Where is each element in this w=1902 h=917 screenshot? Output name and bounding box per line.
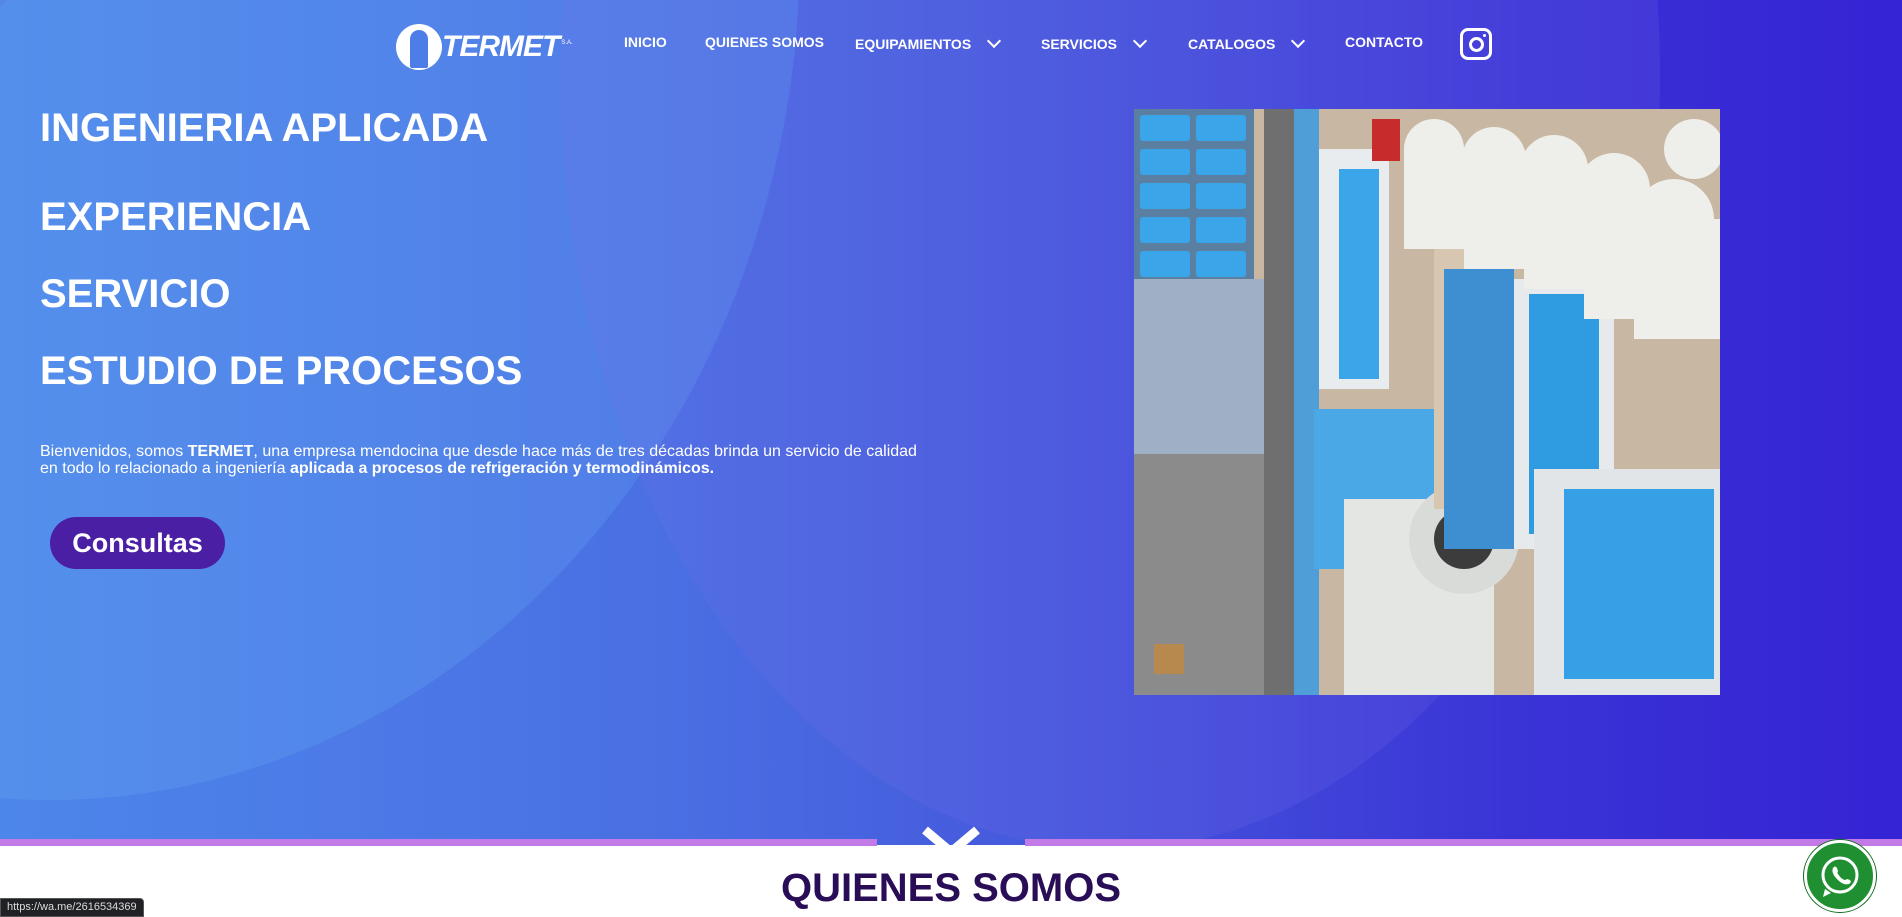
nav-item-label: EQUIPAMIENTOS	[855, 36, 972, 52]
chevron-down-icon	[1132, 33, 1148, 49]
headline-estudio: ESTUDIO DE PROCESOS	[40, 349, 523, 393]
section-title-quienes-somos: QUIENES SOMOS	[780, 866, 1122, 910]
nav-item-catalogos[interactable]: CATALOGOS	[1188, 33, 1306, 52]
nav-item-inicio[interactable]: INICIO	[624, 34, 667, 50]
nav-item-label: QUIENES SOMOS	[705, 34, 825, 50]
hero-intro-text: Bienvenidos, somos TERMET, una empresa m…	[40, 443, 917, 477]
consultas-button[interactable]: Consultas	[50, 517, 225, 569]
section-divider-right	[1025, 839, 1902, 846]
headline-experiencia: EXPERIENCIA	[40, 195, 312, 239]
nav-item-servicios[interactable]: SERVICIOS	[1041, 33, 1148, 52]
chevron-down-icon	[987, 33, 1002, 49]
chevron-down-icon[interactable]	[921, 826, 981, 856]
whatsapp-glyph-icon	[1821, 856, 1859, 897]
nav-item-label: INICIO	[624, 34, 667, 50]
section-divider-left	[0, 839, 877, 846]
chevron-down-icon	[1291, 33, 1306, 49]
headline-ingenieria: INGENIERIA APLICADA	[40, 106, 489, 150]
intro-brand: TERMET	[187, 443, 254, 460]
nav-item-equipamientos[interactable]: EQUIPAMIENTOS	[855, 33, 1002, 52]
headline-servicio: SERVICIO	[40, 272, 231, 316]
instagram-icon[interactable]	[1460, 28, 1492, 60]
nav-item-label: CONTACTO	[1345, 34, 1424, 50]
browser-status-url: https://wa.me/2616534369	[0, 898, 144, 917]
nav-item-quienes-somos[interactable]: QUIENES SOMOS	[705, 34, 824, 50]
hero-section: TERMET S.A. INICIO QUIENES SOMOS EQUIPAM…	[0, 0, 1902, 845]
main-nav: INICIO QUIENES SOMOS EQUIPAMIENTOS SERVI…	[0, 33, 1902, 64]
intro-highlight: aplicada a procesos de refrigeración y t…	[289, 460, 715, 477]
nav-item-label: CATALOGOS	[1188, 36, 1276, 52]
nav-item-label: SERVICIOS	[1041, 36, 1117, 52]
industrial-cooling-plant-photo	[1134, 109, 1720, 695]
whatsapp-icon[interactable]	[1804, 840, 1876, 912]
nav-item-contacto[interactable]: CONTACTO	[1345, 34, 1423, 50]
